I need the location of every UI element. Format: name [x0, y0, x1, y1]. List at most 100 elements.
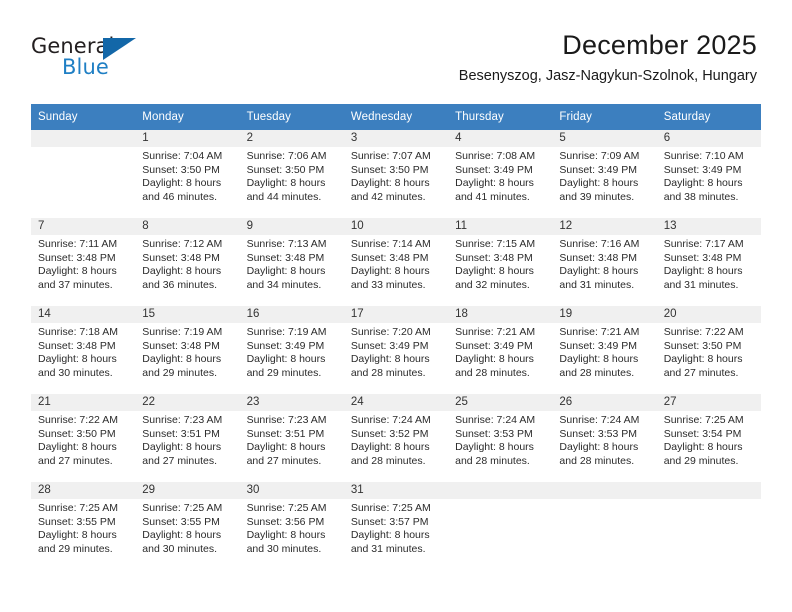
calendar-day-cell[interactable]: 23 Sunrise: 7:23 AM Sunset: 3:51 PM Dayligh…: [239, 394, 344, 482]
calendar-day-cell[interactable]: 17 Sunrise: 7:20 AM Sunset: 3:49 PM Dayligh…: [343, 306, 449, 394]
day-detail-daylight-line2: and 28 minutes.: [559, 454, 635, 467]
calendar-day-cell[interactable]: 7 Sunrise: 7:11 AM Sunset: 3:48 PM Daylight…: [31, 218, 136, 306]
calendar-table: Sunday Monday Tuesday Wednesday Thursday…: [31, 104, 761, 570]
day-detail: Sunrise: 7:10 AM Sunset: 3:49 PM Daylight:…: [657, 147, 761, 204]
day-detail-sunrise: Sunrise: 7:14 AM: [350, 238, 431, 250]
day-cell-inner: 3 Sunrise: 7:07 AM Sunset: 3:50 PM Daylight…: [343, 130, 449, 218]
day-detail-sunrise: Sunrise: 7:19 AM: [142, 326, 223, 338]
calendar-day-cell[interactable]: 2 Sunrise: 7:06 AM Sunset: 3:50 PM Daylight…: [239, 130, 344, 218]
calendar-week-row: 28 Sunrise: 7:25 AM Sunset: 3:55 PM Dayligh…: [31, 482, 761, 570]
day-detail: Sunrise: 7:21 AM Sunset: 3:49 PM Daylight:…: [448, 323, 552, 380]
day-detail-sunset: Sunset: 3:50 PM: [142, 163, 220, 176]
day-detail-daylight-line2: and 30 minutes.: [38, 366, 113, 379]
day-detail: Sunrise: 7:25 AM Sunset: 3:56 PM Daylight:…: [240, 499, 344, 556]
calendar-day-cell[interactable]: 21 Sunrise: 7:22 AM Sunset: 3:50 PM Dayligh…: [31, 394, 136, 482]
day-detail-daylight-line1: Daylight: 8 hours: [246, 265, 326, 278]
calendar-day-cell[interactable]: 10 Sunrise: 7:14 AM Sunset: 3:48 PM Dayligh…: [343, 218, 449, 306]
day-detail-daylight-line1: Daylight: 8 hours: [350, 177, 430, 190]
calendar-day-cell[interactable]: 18 Sunrise: 7:21 AM Sunset: 3:49 PM Dayligh…: [448, 306, 553, 394]
day-cell-inner: 22 Sunrise: 7:23 AM Sunset: 3:51 PM Dayligh…: [135, 394, 240, 482]
calendar-day-cell[interactable]: 22 Sunrise: 7:23 AM Sunset: 3:51 PM Dayligh…: [135, 394, 240, 482]
weekday-header-wednesday: Wednesday: [343, 104, 449, 130]
day-detail-sunset: Sunset: 3:48 PM: [350, 251, 429, 264]
calendar-day-cell[interactable]: 11 Sunrise: 7:15 AM Sunset: 3:48 PM Dayligh…: [448, 218, 553, 306]
calendar-day-cell[interactable]: 1 Sunrise: 7:04 AM Sunset: 3:50 PM Daylight…: [135, 130, 240, 218]
day-detail-daylight-line2: and 37 minutes.: [38, 278, 113, 291]
day-detail: Sunrise: 7:15 AM Sunset: 3:48 PM Daylight:…: [448, 235, 552, 292]
day-detail-daylight-line1: Daylight: 8 hours: [38, 353, 117, 366]
day-detail: Sunrise: 7:20 AM Sunset: 3:49 PM Daylight:…: [344, 323, 448, 380]
day-detail-sunrise: Sunrise: 7:19 AM: [246, 326, 327, 338]
calendar-day-cell-empty: [448, 482, 553, 570]
calendar-day-cell[interactable]: 12 Sunrise: 7:16 AM Sunset: 3:48 PM Dayligh…: [552, 218, 657, 306]
calendar-day-cell[interactable]: 16 Sunrise: 7:19 AM Sunset: 3:49 PM Dayligh…: [239, 306, 344, 394]
calendar-day-cell[interactable]: 20 Sunrise: 7:22 AM Sunset: 3:50 PM Dayligh…: [656, 306, 761, 394]
day-detail-daylight-line2: and 29 minutes.: [663, 454, 739, 467]
calendar-day-cell[interactable]: 9 Sunrise: 7:13 AM Sunset: 3:48 PM Daylight…: [239, 218, 344, 306]
day-detail-daylight-line2: and 29 minutes.: [246, 366, 322, 379]
calendar-day-cell[interactable]: 8 Sunrise: 7:12 AM Sunset: 3:48 PM Daylight…: [135, 218, 240, 306]
day-number: 12: [552, 218, 657, 235]
day-detail-daylight-line1: Daylight: 8 hours: [142, 353, 222, 366]
day-detail-sunset: Sunset: 3:48 PM: [559, 251, 638, 264]
day-cell-inner: [656, 482, 761, 570]
day-number: 26: [552, 394, 657, 411]
day-cell-inner: 1 Sunrise: 7:04 AM Sunset: 3:50 PM Daylight…: [135, 130, 240, 218]
day-number: 24: [343, 394, 449, 411]
day-detail-sunrise: Sunrise: 7:11 AM: [38, 238, 118, 250]
calendar-day-cell[interactable]: 26 Sunrise: 7:24 AM Sunset: 3:53 PM Dayligh…: [552, 394, 657, 482]
day-detail-daylight-line1: Daylight: 8 hours: [559, 177, 639, 190]
day-cell-inner: 19 Sunrise: 7:21 AM Sunset: 3:49 PM Dayligh…: [552, 306, 657, 394]
day-cell-inner: 9 Sunrise: 7:13 AM Sunset: 3:48 PM Daylight…: [239, 218, 344, 306]
calendar-day-cell[interactable]: 13 Sunrise: 7:17 AM Sunset: 3:48 PM Dayligh…: [656, 218, 761, 306]
day-detail-daylight-line1: Daylight: 8 hours: [350, 353, 430, 366]
day-detail-daylight-line2: and 41 minutes.: [455, 190, 530, 203]
calendar-day-cell[interactable]: 27 Sunrise: 7:25 AM Sunset: 3:54 PM Dayligh…: [656, 394, 761, 482]
day-detail-sunset: Sunset: 3:48 PM: [246, 251, 325, 264]
day-detail-sunset: Sunset: 3:48 PM: [142, 251, 220, 264]
calendar-day-cell[interactable]: 25 Sunrise: 7:24 AM Sunset: 3:53 PM Dayligh…: [448, 394, 553, 482]
day-number: 30: [239, 482, 344, 499]
day-detail-sunset: Sunset: 3:57 PM: [350, 515, 429, 528]
calendar-day-cell[interactable]: 19 Sunrise: 7:21 AM Sunset: 3:49 PM Dayligh…: [552, 306, 657, 394]
day-detail-sunset: Sunset: 3:48 PM: [38, 339, 116, 352]
day-detail-sunrise: Sunrise: 7:10 AM: [663, 150, 744, 162]
calendar-day-cell[interactable]: 24 Sunrise: 7:24 AM Sunset: 3:52 PM Dayligh…: [343, 394, 449, 482]
day-number: 16: [239, 306, 344, 323]
calendar-day-cell[interactable]: 14 Sunrise: 7:18 AM Sunset: 3:48 PM Dayligh…: [31, 306, 136, 394]
day-detail-sunset: Sunset: 3:50 PM: [246, 163, 325, 176]
day-detail-daylight-line1: Daylight: 8 hours: [350, 265, 430, 278]
calendar-day-cell[interactable]: 6 Sunrise: 7:10 AM Sunset: 3:49 PM Daylight…: [656, 130, 761, 218]
day-number: 18: [448, 306, 553, 323]
calendar-day-cell[interactable]: 3 Sunrise: 7:07 AM Sunset: 3:50 PM Daylight…: [343, 130, 449, 218]
day-detail-sunrise: Sunrise: 7:06 AM: [246, 150, 327, 162]
day-detail: Sunrise: 7:19 AM Sunset: 3:48 PM Daylight:…: [135, 323, 239, 380]
calendar-day-cell[interactable]: 30 Sunrise: 7:25 AM Sunset: 3:56 PM Dayligh…: [239, 482, 344, 570]
day-cell-inner: 4 Sunrise: 7:08 AM Sunset: 3:49 PM Daylight…: [448, 130, 553, 218]
day-detail-sunrise: Sunrise: 7:24 AM: [350, 414, 431, 426]
day-detail-daylight-line1: Daylight: 8 hours: [350, 441, 430, 454]
day-cell-inner: 28 Sunrise: 7:25 AM Sunset: 3:55 PM Dayligh…: [31, 482, 136, 570]
day-detail-sunset: Sunset: 3:49 PM: [246, 339, 325, 352]
calendar-day-cell[interactable]: 29 Sunrise: 7:25 AM Sunset: 3:55 PM Dayligh…: [135, 482, 240, 570]
calendar-day-cell[interactable]: 31 Sunrise: 7:25 AM Sunset: 3:57 PM Dayligh…: [343, 482, 449, 570]
calendar-day-cell[interactable]: 4 Sunrise: 7:08 AM Sunset: 3:49 PM Daylight…: [448, 130, 553, 218]
day-detail-daylight-line1: Daylight: 8 hours: [38, 441, 117, 454]
day-detail-sunrise: Sunrise: 7:12 AM: [142, 238, 223, 250]
calendar-day-cell[interactable]: 15 Sunrise: 7:19 AM Sunset: 3:48 PM Dayligh…: [135, 306, 240, 394]
day-detail-daylight-line2: and 27 minutes.: [663, 366, 739, 379]
calendar-day-cell[interactable]: 28 Sunrise: 7:25 AM Sunset: 3:55 PM Dayligh…: [31, 482, 136, 570]
day-number: 5: [552, 130, 657, 147]
title-block: December 2025 Besenyszog, Jasz-Nagykun-S…: [459, 28, 757, 87]
day-detail-sunrise: Sunrise: 7:16 AM: [559, 238, 640, 250]
calendar-body: 1 Sunrise: 7:04 AM Sunset: 3:50 PM Daylight…: [31, 130, 761, 570]
calendar-week-row: 14 Sunrise: 7:18 AM Sunset: 3:48 PM Dayligh…: [31, 306, 761, 394]
day-number: [552, 482, 657, 499]
calendar-day-cell[interactable]: 5 Sunrise: 7:09 AM Sunset: 3:49 PM Daylight…: [552, 130, 657, 218]
day-number: 17: [343, 306, 449, 323]
day-detail-daylight-line2: and 39 minutes.: [559, 190, 635, 203]
day-detail: Sunrise: 7:08 AM Sunset: 3:49 PM Daylight:…: [448, 147, 552, 204]
day-cell-inner: 25 Sunrise: 7:24 AM Sunset: 3:53 PM Dayligh…: [448, 394, 553, 482]
day-detail: Sunrise: 7:07 AM Sunset: 3:50 PM Daylight:…: [344, 147, 448, 204]
weekday-header-sunday: Sunday: [31, 104, 136, 130]
